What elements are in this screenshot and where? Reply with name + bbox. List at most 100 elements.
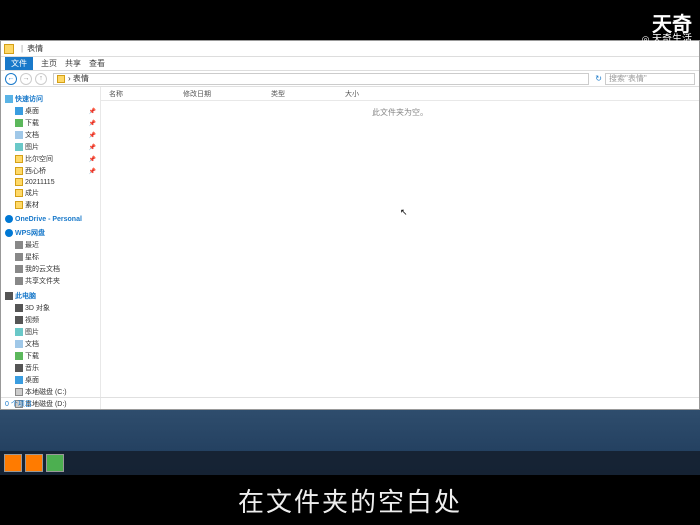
folder-icon <box>4 44 14 54</box>
sidebar-item[interactable]: 我的云文档 <box>3 263 98 275</box>
col-size[interactable]: 大小 <box>345 89 359 99</box>
folder-icon <box>15 201 23 209</box>
desktop-icon <box>15 376 23 384</box>
drive-icon <box>15 388 23 396</box>
status-bar: 0 个项目 <box>1 397 699 409</box>
desktop-icon <box>15 107 23 115</box>
sidebar-item-label: 西心桥 <box>25 166 46 176</box>
brand-sublogo: 天奇生活 <box>642 30 692 45</box>
pc-icon <box>15 316 23 324</box>
sidebar-item-label: 素材 <box>25 200 39 210</box>
col-date[interactable]: 修改日期 <box>183 89 211 99</box>
sidebar-item[interactable]: 最近 <box>3 239 98 251</box>
window-title: 表情 <box>27 43 43 54</box>
sidebar-item-label: 共享文件夹 <box>25 276 60 286</box>
sidebar-item[interactable]: 文档 <box>3 338 98 350</box>
sidebar-item[interactable]: 下载📌 <box>3 117 98 129</box>
nav-back-icon[interactable]: ← <box>5 73 17 85</box>
sidebar-wps[interactable]: WPS网盘 <box>3 227 98 239</box>
pin-icon: 📌 <box>89 108 96 115</box>
titlebar[interactable]: | 表情 <box>1 41 699 57</box>
sidebar-item[interactable]: 图片 <box>3 326 98 338</box>
sidebar-item-label: 下载 <box>25 351 39 361</box>
link-icon <box>15 265 23 273</box>
refresh-icon[interactable]: ↻ <box>595 74 602 83</box>
tab-share[interactable]: 共享 <box>65 58 81 69</box>
cursor-icon: ↖ <box>400 207 408 218</box>
pin-icon: 📌 <box>89 132 96 139</box>
sidebar-item[interactable]: 下载 <box>3 350 98 362</box>
sidebar-item[interactable]: 音乐 <box>3 362 98 374</box>
tab-file[interactable]: 文件 <box>5 57 33 70</box>
search-input[interactable]: 搜索"表情" <box>605 73 695 85</box>
sidebar-item[interactable]: 成片 <box>3 187 98 199</box>
pc-icon <box>5 292 13 300</box>
link-icon <box>15 241 23 249</box>
tab-view[interactable]: 查看 <box>89 58 105 69</box>
sidebar-thispc[interactable]: 此电脑 <box>3 290 98 302</box>
sidebar-item-label: 文档 <box>25 130 39 140</box>
taskbar-item[interactable] <box>4 454 22 472</box>
sidebar-item-label: 比尔空间 <box>25 154 53 164</box>
folder-icon <box>15 189 23 197</box>
sidebar-onedrive[interactable]: OneDrive - Personal <box>3 214 98 224</box>
cloud-icon <box>5 229 13 237</box>
nav-up-icon[interactable]: ↑ <box>35 73 47 85</box>
sidebar-item-label: 桌面 <box>25 106 39 116</box>
empty-folder-message: 此文件夹为空。 <box>372 107 428 118</box>
down-icon <box>15 352 23 360</box>
column-headers[interactable]: 名称 修改日期 类型 大小 <box>101 87 699 101</box>
sidebar-item[interactable]: 星标 <box>3 251 98 263</box>
sidebar-item-label: 视频 <box>25 315 39 325</box>
sidebar-item[interactable]: 文档 📌 <box>3 129 98 141</box>
tab-home[interactable]: 主页 <box>41 58 57 69</box>
nav-forward-icon[interactable]: → <box>20 73 32 85</box>
sidebar-item[interactable]: 桌面 <box>3 374 98 386</box>
sidebar-item-label: 文档 <box>25 339 39 349</box>
sidebar-item[interactable]: 比尔空间📌 <box>3 153 98 165</box>
pic-icon <box>15 143 23 151</box>
link-icon <box>15 277 23 285</box>
sidebar-item-label: 3D 对象 <box>25 303 50 313</box>
down-icon <box>15 119 23 127</box>
taskbar[interactable] <box>0 451 700 475</box>
col-type[interactable]: 类型 <box>271 89 285 99</box>
pin-icon: 📌 <box>89 168 96 175</box>
sidebar-item-label: 我的云文档 <box>25 264 60 274</box>
sidebar-item[interactable]: 20211115 <box>3 177 98 187</box>
taskbar-item[interactable] <box>25 454 43 472</box>
sidebar-quick-access[interactable]: 快速访问 <box>3 93 98 105</box>
sidebar-item-label: 图片 <box>25 142 39 152</box>
sidebar-item[interactable]: 3D 对象 <box>3 302 98 314</box>
address-row: ← → ↑ › 表情 ↻ 搜索"表情" <box>1 71 699 87</box>
folder-icon <box>15 155 23 163</box>
desktop-background: | 表情 文件 主页 共享 查看 ← → ↑ › 表情 ↻ 搜索"表情" 快速访… <box>0 40 700 475</box>
sidebar-item-label: 成片 <box>25 188 39 198</box>
doc-icon <box>15 340 23 348</box>
link-icon <box>15 253 23 261</box>
folder-icon <box>15 178 23 186</box>
pc-icon <box>15 364 23 372</box>
taskbar-item[interactable] <box>46 454 64 472</box>
pin-icon: 📌 <box>89 144 96 151</box>
col-name[interactable]: 名称 <box>109 89 123 99</box>
sidebar-item[interactable]: 西心桥 📌 <box>3 165 98 177</box>
folder-icon <box>57 75 65 83</box>
sidebar-item[interactable]: 图片 📌 <box>3 141 98 153</box>
sidebar-item-label: 下载 <box>25 118 39 128</box>
pc-icon <box>15 304 23 312</box>
breadcrumb[interactable]: › 表情 <box>68 73 89 84</box>
sidebar: 快速访问 桌面📌下载📌文档📌图片📌比尔空间📌西心桥📌20211115成片素材 O… <box>1 87 101 409</box>
doc-icon <box>15 131 23 139</box>
sidebar-item-label: 音乐 <box>25 363 39 373</box>
video-subtitle: 在文件夹的空白处 <box>238 482 462 519</box>
sidebar-item[interactable]: 桌面 📌 <box>3 105 98 117</box>
star-icon <box>5 95 13 103</box>
sidebar-item-label: 最近 <box>25 240 39 250</box>
sidebar-item[interactable]: 共享文件夹 <box>3 275 98 287</box>
address-bar[interactable]: › 表情 <box>53 73 589 85</box>
sidebar-item[interactable]: 素材 <box>3 199 98 211</box>
file-list-area[interactable]: 名称 修改日期 类型 大小 此文件夹为空。 ↖ <box>101 87 699 409</box>
sidebar-item[interactable]: 视频 <box>3 314 98 326</box>
explorer-window: | 表情 文件 主页 共享 查看 ← → ↑ › 表情 ↻ 搜索"表情" 快速访… <box>0 40 700 410</box>
